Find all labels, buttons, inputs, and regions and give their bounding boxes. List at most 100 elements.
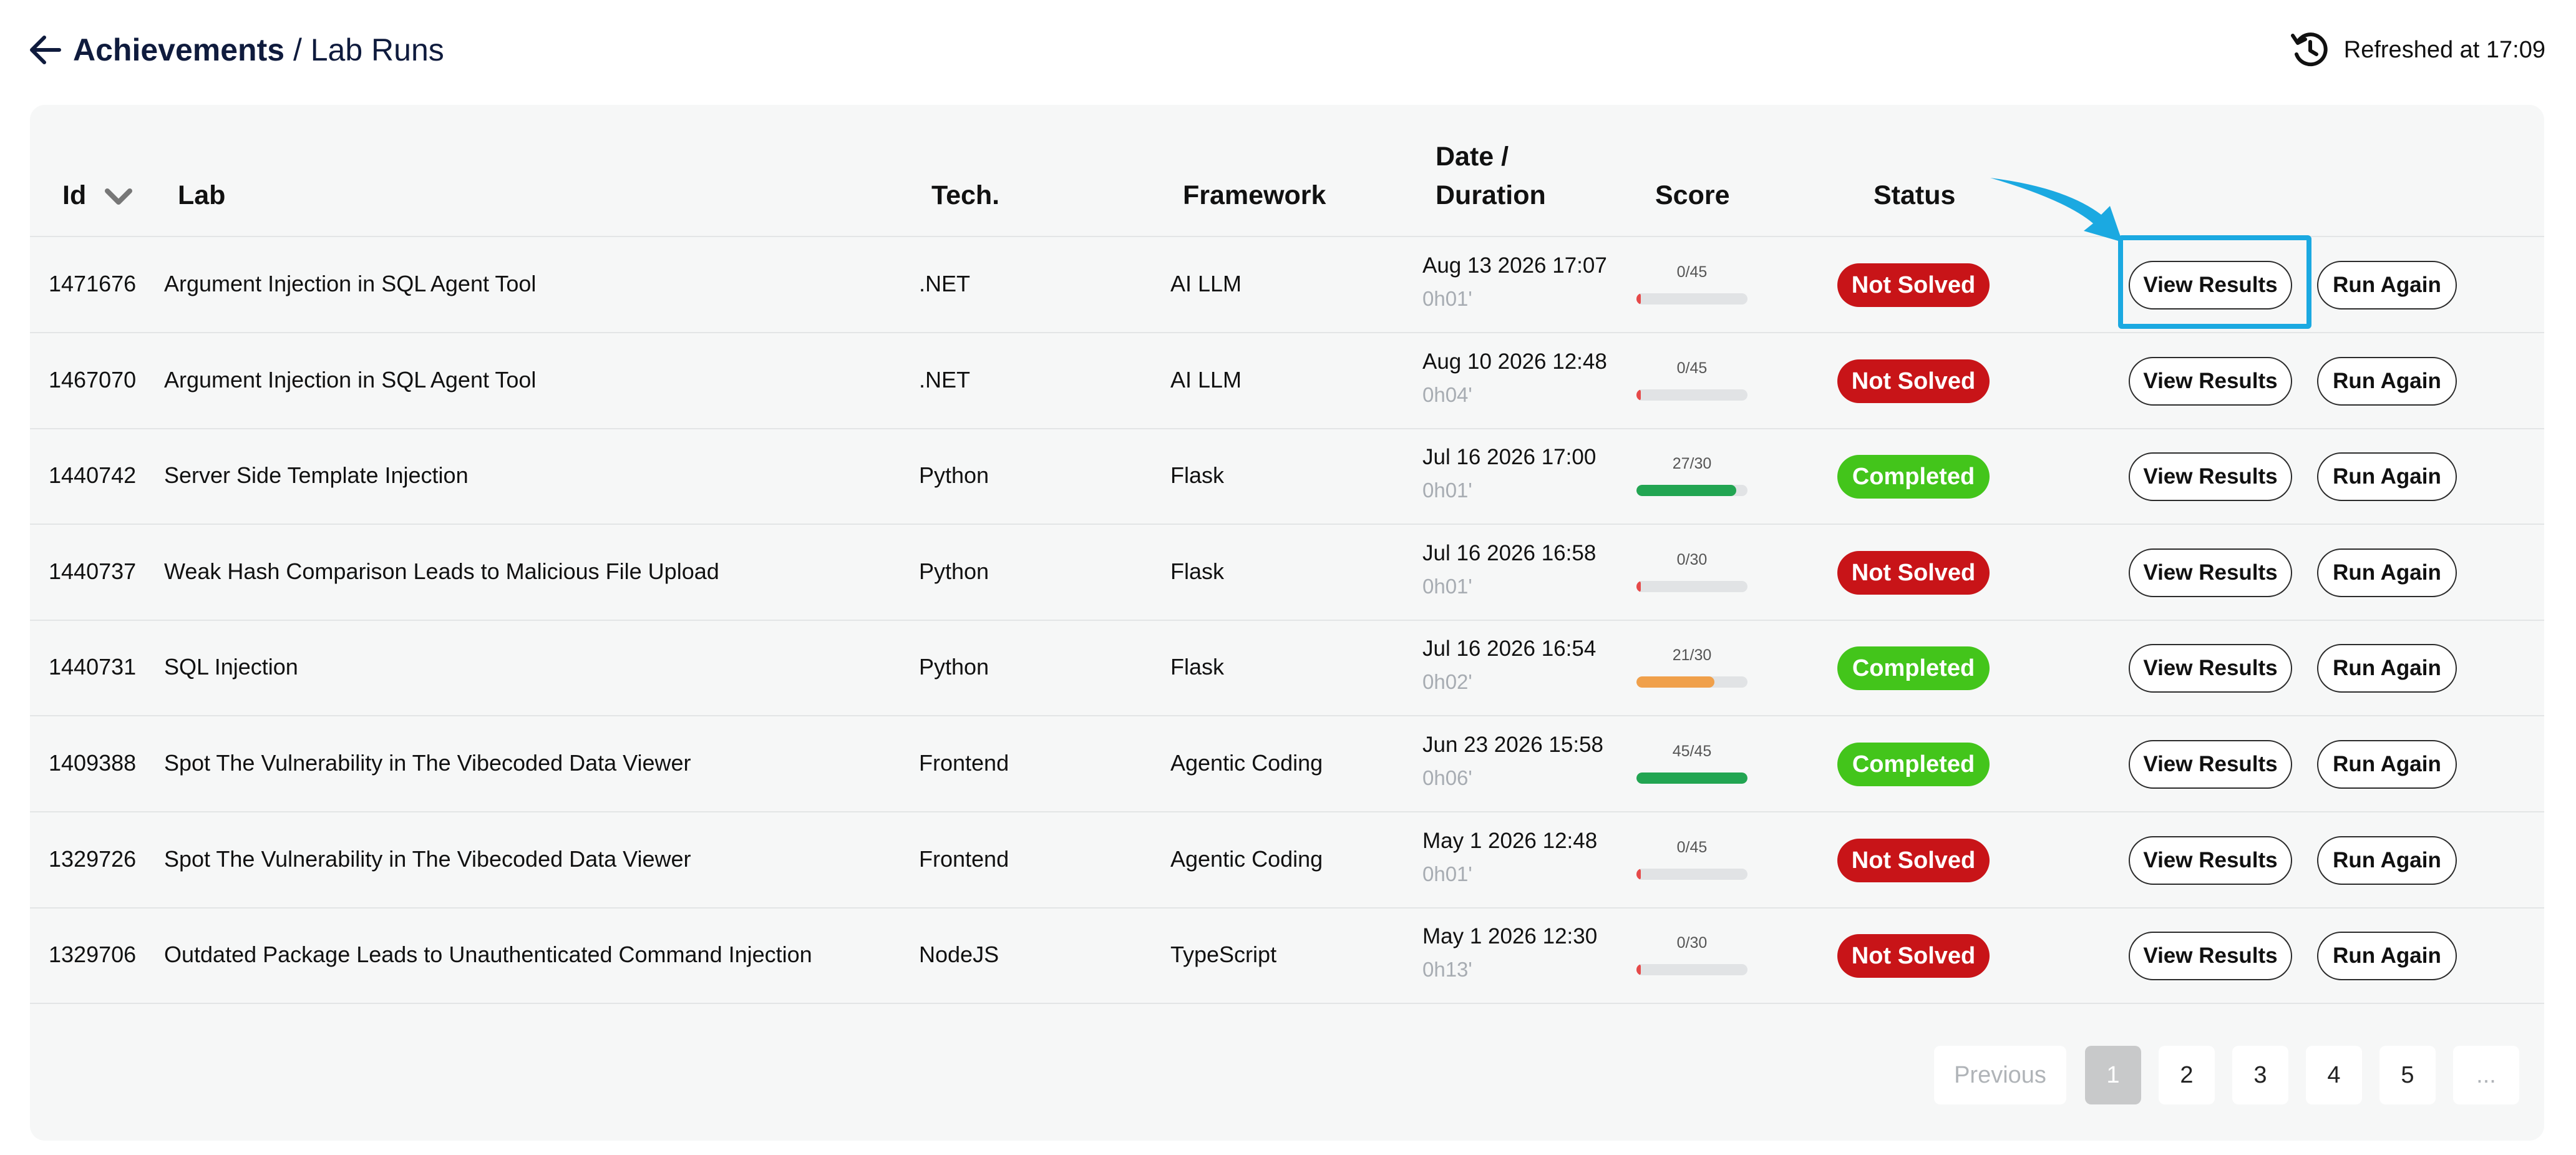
status-badge: Not Solved bbox=[1837, 263, 1990, 307]
tech-value: .NET bbox=[919, 366, 971, 392]
score-bar bbox=[1636, 772, 1747, 784]
framework-value: Agentic Coding bbox=[1170, 846, 1323, 872]
tech-value: Frontend bbox=[919, 750, 1009, 776]
score-text: 0/45 bbox=[1676, 263, 1708, 281]
run-id: 1440731 bbox=[49, 654, 137, 680]
view-results-button[interactable]: View Results bbox=[2129, 356, 2292, 406]
view-results-button[interactable]: View Results bbox=[2129, 548, 2292, 597]
table-row: 1440742 Server Side Template Injection Pyt… bbox=[30, 429, 2544, 525]
framework-value: AI LLM bbox=[1170, 366, 1242, 392]
run-id: 1329726 bbox=[49, 846, 137, 872]
run-id: 1409388 bbox=[49, 750, 137, 776]
tech-value: Python bbox=[919, 654, 989, 680]
framework-value: Agentic Coding bbox=[1170, 750, 1323, 776]
framework-value: TypeScript bbox=[1170, 942, 1277, 968]
lab-name: Outdated Package Leads to Unauthenticate… bbox=[164, 942, 812, 968]
run-again-button[interactable]: Run Again bbox=[2317, 548, 2457, 597]
run-again-button[interactable]: Run Again bbox=[2317, 644, 2457, 693]
pagination-page-2[interactable]: 2 bbox=[2159, 1046, 2215, 1104]
run-again-button[interactable]: Run Again bbox=[2317, 740, 2457, 789]
run-again-button[interactable]: Run Again bbox=[2317, 261, 2457, 309]
col-header-date-line1: Date / bbox=[1436, 142, 1509, 172]
run-date: Jul 16 2026 17:00 bbox=[1422, 445, 1597, 470]
lab-name: SQL Injection bbox=[164, 654, 298, 680]
pagination-page-4[interactable]: 4 bbox=[2306, 1046, 2362, 1104]
refreshed-time-text: Refreshed at 17:09 bbox=[2343, 36, 2545, 63]
score-bar-fill bbox=[1636, 868, 1641, 880]
run-duration: 0h13' bbox=[1422, 958, 1472, 982]
framework-value: Flask bbox=[1170, 462, 1225, 489]
breadcrumb-achievements-link[interactable]: Achievements bbox=[73, 32, 284, 67]
run-date: May 1 2026 12:30 bbox=[1422, 924, 1598, 949]
chevron-down-icon[interactable] bbox=[105, 187, 132, 206]
lab-name: Spot The Vulnerability in The Vibecoded … bbox=[164, 846, 691, 872]
pagination-page-3[interactable]: 3 bbox=[2232, 1046, 2288, 1104]
run-id: 1440737 bbox=[49, 558, 137, 584]
status-badge: Completed bbox=[1837, 455, 1990, 499]
table-header: Id Lab Tech. Framework Date / Duration S… bbox=[30, 105, 2544, 237]
lab-name: Weak Hash Comparison Leads to Malicious … bbox=[164, 558, 719, 584]
tech-value: NodeJS bbox=[919, 942, 999, 968]
run-duration: 0h01' bbox=[1422, 287, 1472, 310]
score-bar-fill bbox=[1636, 485, 1737, 497]
arrow-left-icon[interactable] bbox=[28, 34, 63, 66]
status-badge: Not Solved bbox=[1837, 838, 1990, 882]
pointer-arrow-icon bbox=[1990, 178, 2122, 242]
table-row: 1467070 Argument Injection in SQL Agent T… bbox=[30, 333, 2544, 429]
breadcrumb-current: Lab Runs bbox=[310, 32, 444, 67]
col-header-lab: Lab bbox=[178, 180, 226, 210]
run-duration: 0h01' bbox=[1422, 479, 1472, 502]
view-results-button[interactable]: View Results bbox=[2129, 836, 2292, 885]
framework-value: Flask bbox=[1170, 558, 1225, 584]
run-date: Jul 16 2026 16:58 bbox=[1422, 540, 1597, 565]
tech-value: Python bbox=[919, 558, 989, 584]
col-header-tech: Tech. bbox=[931, 180, 1000, 210]
score-bar bbox=[1636, 676, 1747, 688]
run-again-button[interactable]: Run Again bbox=[2317, 452, 2457, 502]
breadcrumb-separator: / bbox=[284, 32, 311, 67]
table-row: 1440737 Weak Hash Comparison Leads to Mal… bbox=[30, 525, 2544, 621]
view-results-button[interactable]: View Results bbox=[2129, 644, 2292, 693]
col-header-id[interactable]: Id bbox=[62, 178, 86, 212]
run-duration: 0h04' bbox=[1422, 383, 1472, 406]
framework-value: AI LLM bbox=[1170, 271, 1242, 296]
view-results-button[interactable]: View Results bbox=[2129, 740, 2292, 789]
run-id: 1440742 bbox=[49, 462, 137, 489]
run-again-button[interactable]: Run Again bbox=[2317, 932, 2457, 981]
lab-name: Argument Injection in SQL Agent Tool bbox=[164, 271, 537, 296]
pagination-more[interactable]: ... bbox=[2453, 1046, 2519, 1104]
col-header-score: Score bbox=[1655, 180, 1730, 210]
table-row: 1409388 Spot The Vulnerability in The Vib… bbox=[30, 716, 2544, 812]
table-row: 1329706 Outdated Package Leads to Unauthe… bbox=[30, 908, 2544, 1005]
tech-value: Python bbox=[919, 462, 989, 489]
score-bar bbox=[1636, 580, 1747, 592]
view-results-button[interactable]: View Results bbox=[2129, 452, 2292, 502]
score-bar bbox=[1636, 389, 1747, 401]
col-header-framework: Framework bbox=[1183, 180, 1326, 210]
run-date: Jun 23 2026 15:58 bbox=[1422, 733, 1603, 757]
run-date: Aug 13 2026 17:07 bbox=[1422, 253, 1607, 278]
score-text: 0/30 bbox=[1676, 934, 1708, 952]
pagination-previous-button[interactable]: Previous bbox=[1934, 1046, 2066, 1104]
score-bar bbox=[1636, 485, 1747, 497]
score-bar-fill bbox=[1636, 772, 1747, 784]
run-again-button[interactable]: Run Again bbox=[2317, 836, 2457, 885]
status-badge: Not Solved bbox=[1837, 359, 1990, 403]
col-header-status: Status bbox=[1874, 180, 1956, 210]
status-badge: Completed bbox=[1837, 743, 1990, 786]
run-duration: 0h02' bbox=[1422, 670, 1472, 694]
tech-value: .NET bbox=[919, 271, 971, 296]
page-header: Achievements / Lab Runs Refreshed at 17:… bbox=[28, 25, 2549, 75]
view-results-button[interactable]: View Results bbox=[2129, 932, 2292, 981]
run-id: 1471676 bbox=[49, 271, 137, 296]
score-bar bbox=[1636, 868, 1747, 880]
pagination-page-5[interactable]: 5 bbox=[2379, 1046, 2436, 1104]
history-refresh-icon[interactable] bbox=[2289, 29, 2330, 71]
score-bar bbox=[1636, 964, 1747, 976]
status-badge: Completed bbox=[1837, 646, 1990, 691]
run-again-button[interactable]: Run Again bbox=[2317, 356, 2457, 406]
pagination-page-1[interactable]: 1 bbox=[2085, 1046, 2141, 1104]
status-badge: Not Solved bbox=[1837, 934, 1990, 978]
score-bar-fill bbox=[1636, 293, 1641, 305]
table-row: 1329726 Spot The Vulnerability in The Vib… bbox=[30, 812, 2544, 909]
